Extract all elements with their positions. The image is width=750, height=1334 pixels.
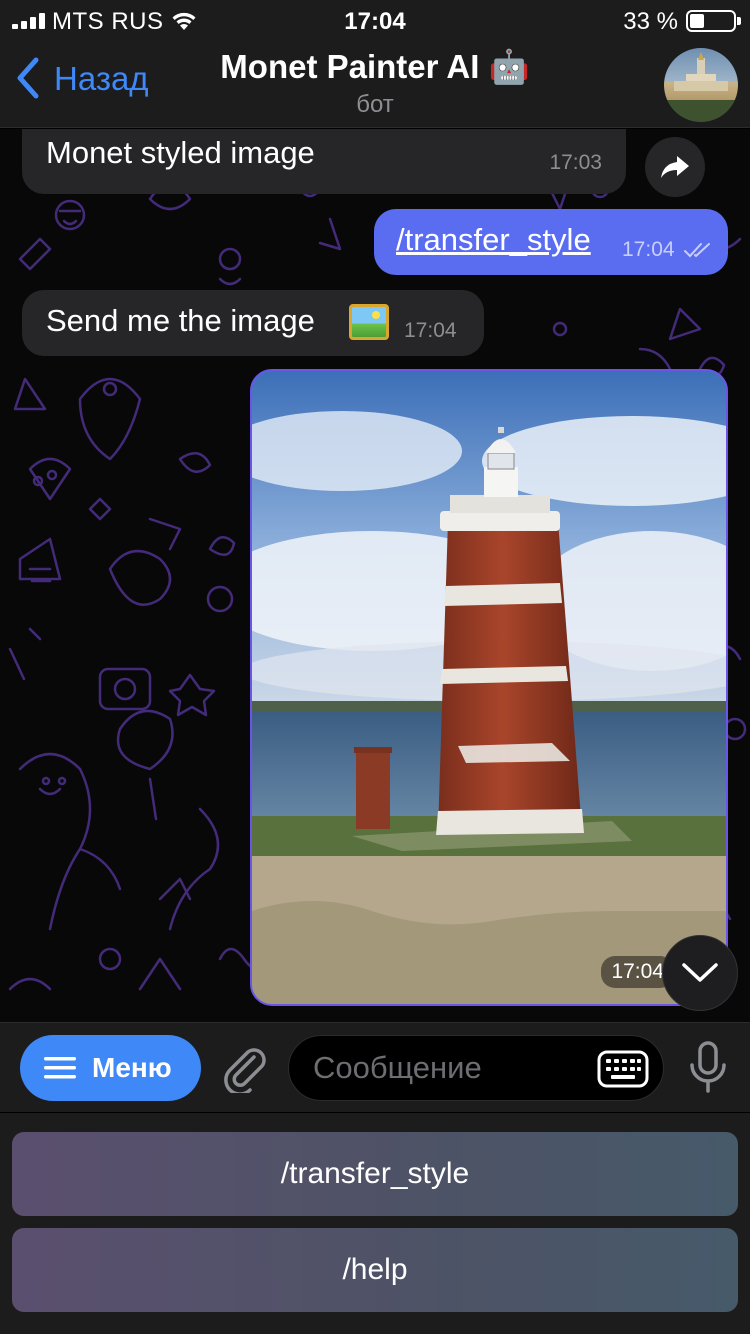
scroll-down-button[interactable] <box>662 935 738 1011</box>
message-input-bar: Меню <box>0 1022 750 1112</box>
chevron-down-icon <box>682 963 718 982</box>
share-button[interactable] <box>645 137 705 197</box>
command-link[interactable]: /transfer_style <box>396 222 591 258</box>
battery-icon <box>686 10 741 32</box>
chat-header: Назад Monet Painter AI 🤖 бот <box>0 40 750 128</box>
share-arrow-icon <box>661 156 689 178</box>
bot-reply-keyboard: /transfer_style /help <box>0 1113 750 1334</box>
menu-button[interactable]: Меню <box>20 1035 201 1101</box>
robot-emoji-icon: 🤖 <box>488 48 530 85</box>
chat-title-text: Monet Painter AI <box>220 48 480 85</box>
incoming-message[interactable]: Monet styled image 17:03 <box>22 129 626 194</box>
status-bar: MTS RUS 17:04 33 % <box>0 0 750 40</box>
hamburger-icon <box>44 1057 76 1079</box>
transfer-style-button[interactable]: /transfer_style <box>12 1132 738 1216</box>
chat-title-block[interactable]: Monet Painter AI 🤖 бот <box>0 48 750 119</box>
chat-area[interactable]: Monet styled image 17:03 /transfer_style… <box>0 129 750 1022</box>
keyboard-icon[interactable] <box>597 1050 649 1088</box>
battery-level <box>690 14 704 28</box>
bot-avatar[interactable] <box>664 48 738 122</box>
outgoing-message[interactable]: /transfer_style 17:04 <box>374 209 728 275</box>
menu-label: Меню <box>92 1052 172 1083</box>
message-time: 17:03 <box>549 151 602 174</box>
lighthouse-photo <box>252 371 726 1004</box>
message-field[interactable] <box>288 1035 664 1101</box>
double-check-icon <box>684 243 710 258</box>
battery-percent: 33 % <box>623 8 678 35</box>
framed-picture-icon <box>349 304 389 340</box>
chat-title: Monet Painter AI 🤖 <box>0 48 750 87</box>
message-text: Monet styled image <box>46 135 315 170</box>
help-button[interactable]: /help <box>12 1228 738 1312</box>
incoming-message[interactable]: Send me the image 17:04 <box>22 290 484 356</box>
message-input[interactable] <box>313 1048 583 1088</box>
message-time: 17:04 <box>622 238 675 261</box>
message-time: 17:04 <box>404 319 457 342</box>
microphone-icon[interactable] <box>688 1041 728 1093</box>
building-avatar-image <box>664 52 738 122</box>
attach-paperclip-icon[interactable] <box>220 1043 268 1093</box>
chat-subtitle: бот <box>356 91 394 118</box>
photo-message[interactable]: 17:04 <box>250 369 728 1006</box>
message-text: Send me the image <box>46 303 315 338</box>
